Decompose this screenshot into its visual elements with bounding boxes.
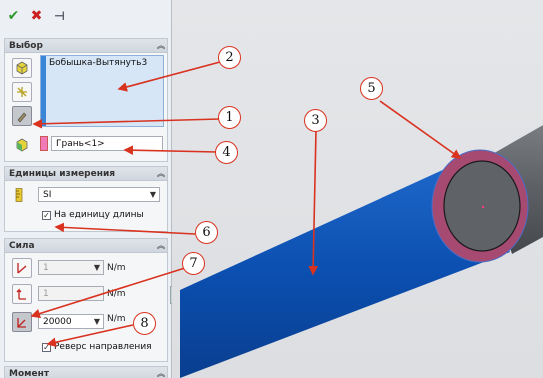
callout-marker-1: 1: [218, 106, 241, 129]
callout-marker-8: 8: [133, 312, 156, 335]
callout-marker-6: 6: [195, 221, 218, 244]
callout-marker-2: 2: [218, 46, 241, 69]
callout-arrows: [30, 61, 462, 347]
callout-marker-4: 4: [215, 141, 238, 164]
callout-marker-7: 7: [182, 252, 205, 275]
callout-marker-3: 3: [304, 109, 327, 132]
callout-marker-5: 5: [360, 77, 383, 100]
